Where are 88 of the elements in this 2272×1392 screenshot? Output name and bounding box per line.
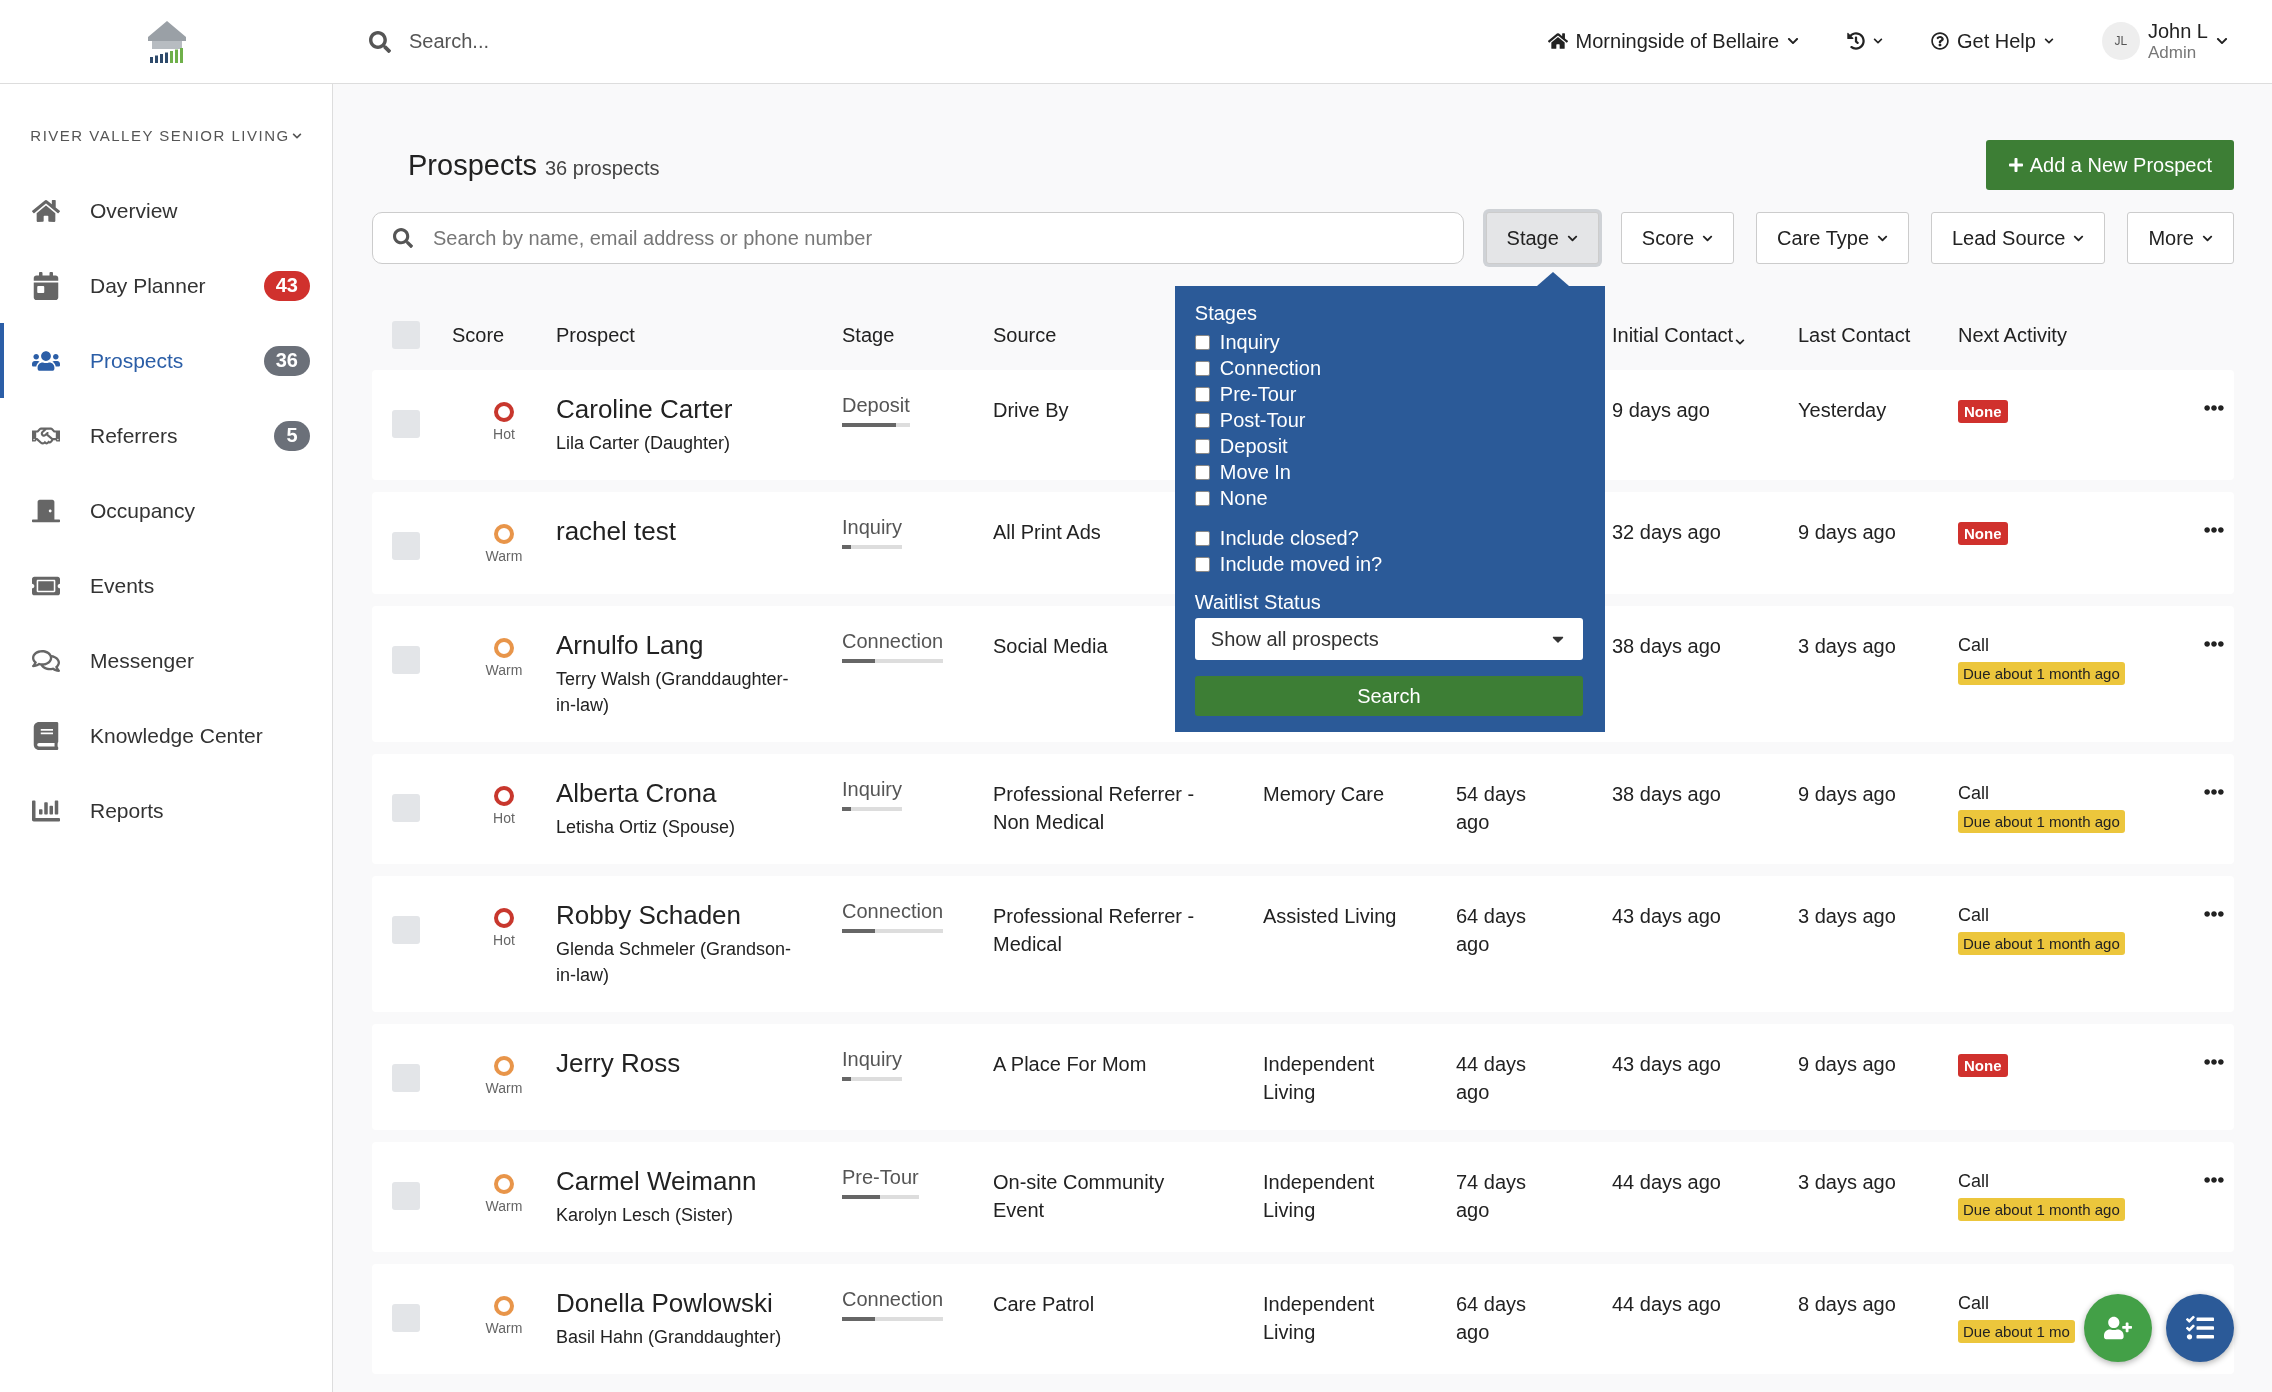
stage-label: Pre-Tour [842,1166,919,1189]
score-label: Warm [485,1320,523,1336]
sidebar-label: Prospects [90,348,185,373]
popup-heading: Waitlist Status [1194,591,1322,614]
table-cell-text: Professional Referrer - Medical [993,904,1196,957]
table-cell-text: 3 days ago [1798,634,1896,659]
avatar: JL [2101,22,2140,61]
activity-name: Call [1958,1170,1989,1193]
contact-name: Glenda Schmeler (Grandson-in-law) [556,938,793,987]
stage-label: Deposit [842,394,910,417]
contact-name: Basil Hahn (Granddaughter) [556,1326,783,1349]
table-cell-text: 8 days ago [1798,1292,1896,1317]
score-label: Warm [485,1198,523,1214]
table-cell-text: Independent Living [1263,1052,1376,1105]
table-cell-text: 9 days ago [1798,1052,1896,1077]
stage-label: Connection [842,630,944,653]
table-cell-text: All Print Ads [993,520,1101,545]
table-cell-text: 9 days ago [1612,398,1710,423]
sidebar-label: Reports [90,798,165,823]
table-cell-text: Independent Living [1263,1170,1376,1223]
table-cell-text: 9 days ago [1798,782,1896,807]
due-badge: Due about 1 month ago [1958,662,2125,685]
table-cell-text: Assisted Living [1263,904,1397,929]
table-cell-text: 43 days ago [1612,904,1721,929]
count-badge: 36 [263,345,310,376]
count-badge: 5 [274,420,310,451]
due-badge: Due about 1 month ago [1958,932,2125,955]
prospect-count: 36 prospects [544,156,660,180]
due-badge: Due about 1 month ago [1958,810,2125,833]
table-cell-text: Memory Care [1263,782,1385,807]
score-label: Warm [485,1080,523,1096]
contact-name: Terry Walsh (Granddaughter-in-law) [556,668,790,717]
status-badge: None [1958,1054,2008,1077]
table-cell-text: 44 days ago [1612,1170,1721,1195]
count-badge: 43 [263,270,310,301]
activity-name: Call [1958,904,1989,927]
sidebar-label: Day Planner [90,273,207,298]
table-cell-text: 44 days ago [1456,1052,1528,1105]
table-cell-text: Care Patrol [993,1292,1095,1317]
table-cell-text: 9 days ago [1798,520,1896,545]
table-cell-text: A Place For Mom [993,1052,1147,1077]
sidebar-label: Referrers [90,423,179,448]
table-cell-text: 38 days ago [1612,782,1721,807]
activity-name: Call [1958,782,1989,805]
due-badge: Due about 1 month ago [1958,1198,2125,1221]
table-cell-text: 74 days ago [1456,1170,1528,1223]
activity-name: Call [1958,634,1989,657]
stage-label: Connection [842,900,944,923]
popup-heading: Stages [1194,302,1259,325]
table-cell-text: Social Media [993,634,1108,659]
stage-label: Inquiry [842,778,903,801]
contact-name: Lila Carter (Daughter) [556,432,732,455]
table-cell-text: 43 days ago [1612,1052,1721,1077]
status-badge: None [1958,522,2008,545]
score-label: Warm [485,662,523,678]
score-label: Hot [493,426,515,442]
sidebar-label: Messenger [90,648,195,673]
table-cell-text: 44 days ago [1612,1292,1721,1317]
user-name: John L [2147,20,2208,44]
score-label: Hot [493,932,515,948]
contact-name: Karolyn Lesch (Sister) [556,1204,735,1227]
table-cell-text: Professional Referrer - Non Medical [993,782,1196,835]
activity-name: Call [1958,1292,1989,1315]
table-cell-text: 32 days ago [1612,520,1721,545]
status-badge: None [1958,400,2008,423]
due-badge: Due about 1 mo [1958,1320,2075,1343]
table-cell-text: 3 days ago [1798,1170,1896,1195]
score-label: Warm [485,548,523,564]
score-label: Hot [493,810,515,826]
table-cell-text: 64 days ago [1456,1292,1528,1345]
table-cell-text: Independent Living [1263,1292,1376,1345]
table-cell-text: 64 days ago [1456,904,1528,957]
table-cell-text: 3 days ago [1798,904,1896,929]
user-role: Admin [2147,43,2197,63]
stage-label: Inquiry [842,1048,903,1071]
stage-label: Connection [842,1288,944,1311]
table-cell-text: 38 days ago [1612,634,1721,659]
sidebar-label: Overview [90,198,179,223]
table-cell-text: 54 days ago [1456,782,1528,835]
table-cell-text: Yesterday [1798,398,1887,423]
table-cell-text: Drive By [993,398,1069,423]
sidebar-label: Knowledge Center [90,723,264,748]
table-cell-text: On-site Community Event [993,1170,1166,1223]
contact-name: Letisha Ortiz (Spouse) [556,816,737,839]
page-title: Prospects [408,148,537,182]
sidebar-label: Occupancy [90,498,197,523]
stage-label: Inquiry [842,516,903,539]
sidebar-label: Events [90,573,156,598]
